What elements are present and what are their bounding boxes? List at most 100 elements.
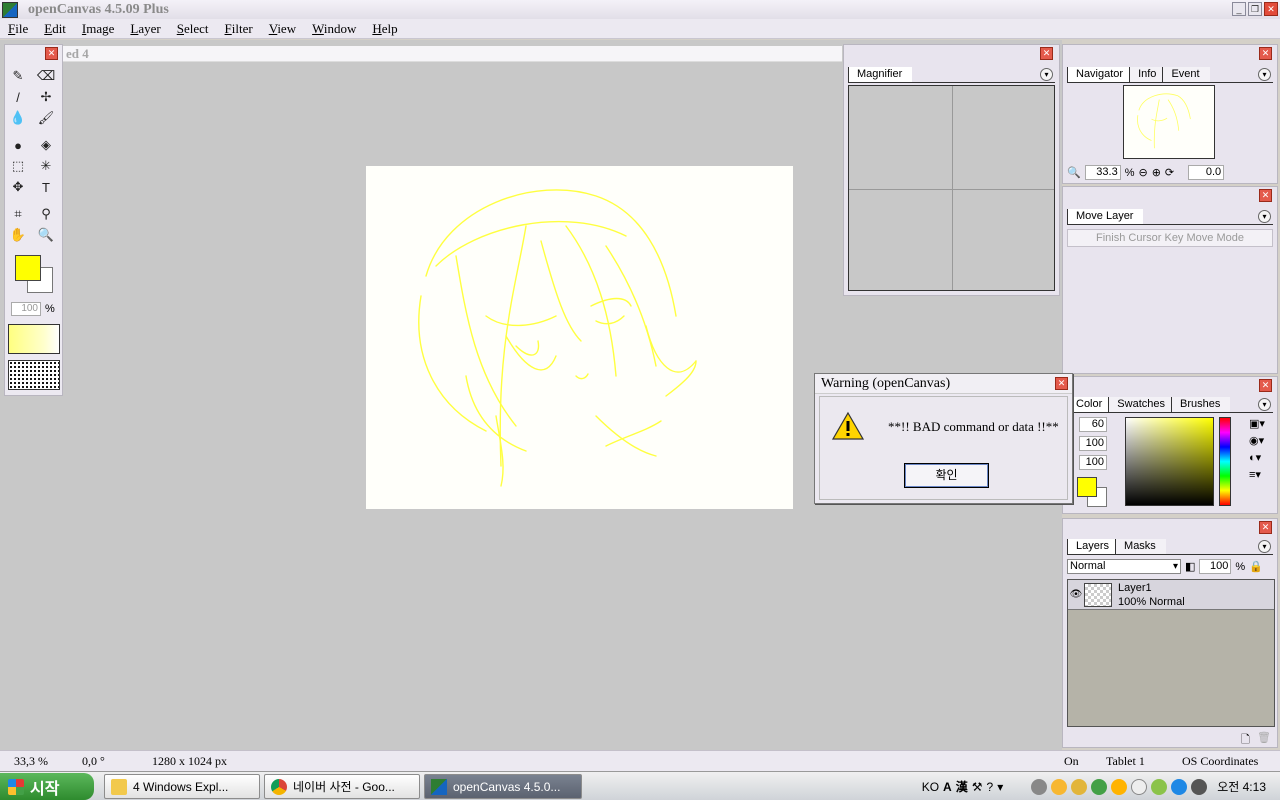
water-tool-icon[interactable]: 💧 [9, 109, 27, 127]
user-icon[interactable] [1091, 778, 1108, 795]
clock[interactable]: 오전 4:13 [1217, 778, 1266, 795]
finish-cursor-key-move-button[interactable]: Finish Cursor Key Move Mode [1067, 229, 1273, 247]
navigator-close-button[interactable]: ✕ [1259, 47, 1272, 60]
pen-tool-icon[interactable]: ✎ [9, 67, 27, 85]
tab-swatches[interactable]: Swatches [1108, 397, 1175, 412]
trash-icon[interactable]: 🗑 [1257, 731, 1271, 744]
tab-brushes[interactable]: Brushes [1171, 397, 1231, 412]
tab-color[interactable]: Color [1067, 397, 1113, 412]
blend-mode-select[interactable]: Normal [1067, 559, 1181, 574]
brush-tool-icon[interactable]: 🖌 [37, 109, 55, 127]
menu-filter[interactable]: Filter [217, 21, 261, 37]
eyedropper-tool-icon[interactable]: ⚲ [37, 205, 55, 223]
zoom-icon[interactable]: 🔍 [1067, 166, 1081, 179]
saturation-value-picker[interactable] [1125, 417, 1214, 506]
menu-edit[interactable]: Edit [36, 21, 74, 37]
magnifier-close-button[interactable]: ✕ [1040, 47, 1053, 60]
layer-row[interactable]: 👁 Layer1 100% Normal [1068, 580, 1274, 610]
ime-tools-icon[interactable]: ⚒ [972, 780, 983, 794]
tab-navigator[interactable]: Navigator [1067, 67, 1134, 82]
text-tool-icon[interactable]: T [37, 178, 55, 196]
taskbar-button-opencanvas[interactable]: openCanvas 4.5.0... [424, 774, 582, 799]
chevron-down-icon[interactable]: ▾ [1258, 398, 1271, 411]
restore-button[interactable]: ❐ [1248, 2, 1262, 16]
zoom-out-icon[interactable]: ⊖ [1138, 166, 1147, 179]
close-button[interactable]: ✕ [1264, 2, 1278, 16]
eye-icon[interactable]: 👁 [1068, 589, 1084, 600]
chevron-down-icon[interactable]: ▾ [1040, 68, 1053, 81]
toolbox-close-button[interactable]: ✕ [45, 47, 58, 60]
color-panel-foreground-swatch[interactable] [1077, 477, 1097, 497]
tray-collapse-icon[interactable] [1031, 778, 1048, 795]
menu-select[interactable]: Select [169, 21, 217, 37]
foreground-color-swatch[interactable] [15, 255, 41, 281]
fill-tool-icon[interactable]: ◈ [37, 136, 55, 154]
blur-tool-icon[interactable]: ● [9, 136, 27, 154]
tab-event[interactable]: Event [1162, 67, 1210, 82]
color-mode-icon[interactable]: ▣▾ [1249, 417, 1265, 430]
network-icon[interactable] [1111, 778, 1128, 795]
move-tool-icon[interactable]: ✥ [9, 178, 27, 196]
lock-icon[interactable]: 🔒 [1249, 560, 1263, 573]
chat-icon[interactable] [1131, 778, 1148, 795]
tab-magnifier[interactable]: Magnifier [848, 67, 913, 82]
minimize-button[interactable]: _ [1232, 2, 1246, 16]
new-layer-icon[interactable]: 🗋 [1241, 731, 1250, 750]
eraser-tool-icon[interactable]: ⌫ [37, 67, 55, 85]
select-tool-icon[interactable]: ⬚ [9, 157, 27, 175]
texture-preview[interactable] [8, 360, 60, 390]
color-close-button[interactable]: ✕ [1259, 379, 1272, 392]
layer-opacity-field[interactable]: 100 [1199, 559, 1232, 574]
update-icon[interactable] [1151, 778, 1168, 795]
taskbar-button-explorer[interactable]: 4 Windows Expl... [104, 774, 260, 799]
help-icon[interactable]: ? [987, 780, 994, 794]
tab-layers[interactable]: Layers [1067, 539, 1120, 554]
tab-info[interactable]: Info [1129, 67, 1167, 82]
ok-button[interactable]: 확인 [904, 463, 989, 488]
drawing-canvas[interactable] [366, 166, 793, 509]
dialog-close-button[interactable]: ✕ [1055, 377, 1068, 390]
chevron-down-icon[interactable]: ▾ [1258, 210, 1271, 223]
menu-window[interactable]: Window [304, 21, 364, 37]
tray-app-icon[interactable] [1051, 778, 1068, 795]
chevron-down-icon[interactable]: ▾ [1258, 540, 1271, 553]
navigator-thumbnail[interactable] [1123, 85, 1215, 159]
display-icon[interactable] [1191, 778, 1208, 795]
menu-view[interactable]: View [261, 21, 304, 37]
tab-move-layer[interactable]: Move Layer [1067, 209, 1144, 224]
chevron-down-icon[interactable]: ▾ [1258, 68, 1271, 81]
ime-language[interactable]: KO [922, 780, 939, 794]
navigator-rotation-field[interactable]: 0.0 [1188, 165, 1225, 180]
security-icon[interactable] [1171, 778, 1188, 795]
menu-layer[interactable]: Layer [122, 21, 168, 37]
zoom-tool-icon[interactable]: 🔍 [37, 226, 55, 244]
value-field[interactable]: 100 [1079, 455, 1107, 470]
menu-image[interactable]: Image [74, 21, 123, 37]
rotate-icon[interactable]: ⟳ [1165, 166, 1174, 179]
tab-masks[interactable]: Masks [1115, 539, 1166, 554]
ime-hanja[interactable]: 漢 [956, 778, 968, 795]
messenger-icon[interactable] [1071, 778, 1088, 795]
start-button[interactable]: 시작 [0, 773, 94, 800]
layers-close-button[interactable]: ✕ [1259, 521, 1272, 534]
pencil-tool-icon[interactable]: / [9, 88, 27, 106]
navigator-zoom-field[interactable]: 33.3 [1084, 165, 1121, 180]
color-menu-icon[interactable]: ≡▾ [1249, 468, 1265, 481]
airbrush-tool-icon[interactable]: ✢ [37, 88, 55, 106]
hue-field[interactable]: 60 [1079, 417, 1107, 432]
ime-options-icon[interactable]: ▾ [997, 780, 1003, 794]
hand-tool-icon[interactable]: ✋ [9, 226, 27, 244]
ime-mode-a[interactable]: A [943, 780, 952, 794]
magic-wand-tool-icon[interactable]: ✳ [37, 157, 55, 175]
saturation-field[interactable]: 100 [1079, 436, 1107, 451]
hue-slider[interactable] [1219, 417, 1231, 506]
tool-opacity-field[interactable]: 100 [11, 302, 41, 316]
taskbar-button-chrome[interactable]: 네이버 사전 - Goo... [264, 774, 420, 799]
crop-tool-icon[interactable]: ⌗ [9, 205, 27, 223]
menu-help[interactable]: Help [364, 21, 405, 37]
color-wheel-icon[interactable]: ◉▾ [1249, 434, 1265, 447]
color-circle-icon[interactable]: ◐▾ [1249, 451, 1265, 464]
zoom-in-icon[interactable]: ⊕ [1152, 166, 1161, 179]
move-layer-close-button[interactable]: ✕ [1259, 189, 1272, 202]
brush-preview[interactable] [8, 324, 60, 354]
